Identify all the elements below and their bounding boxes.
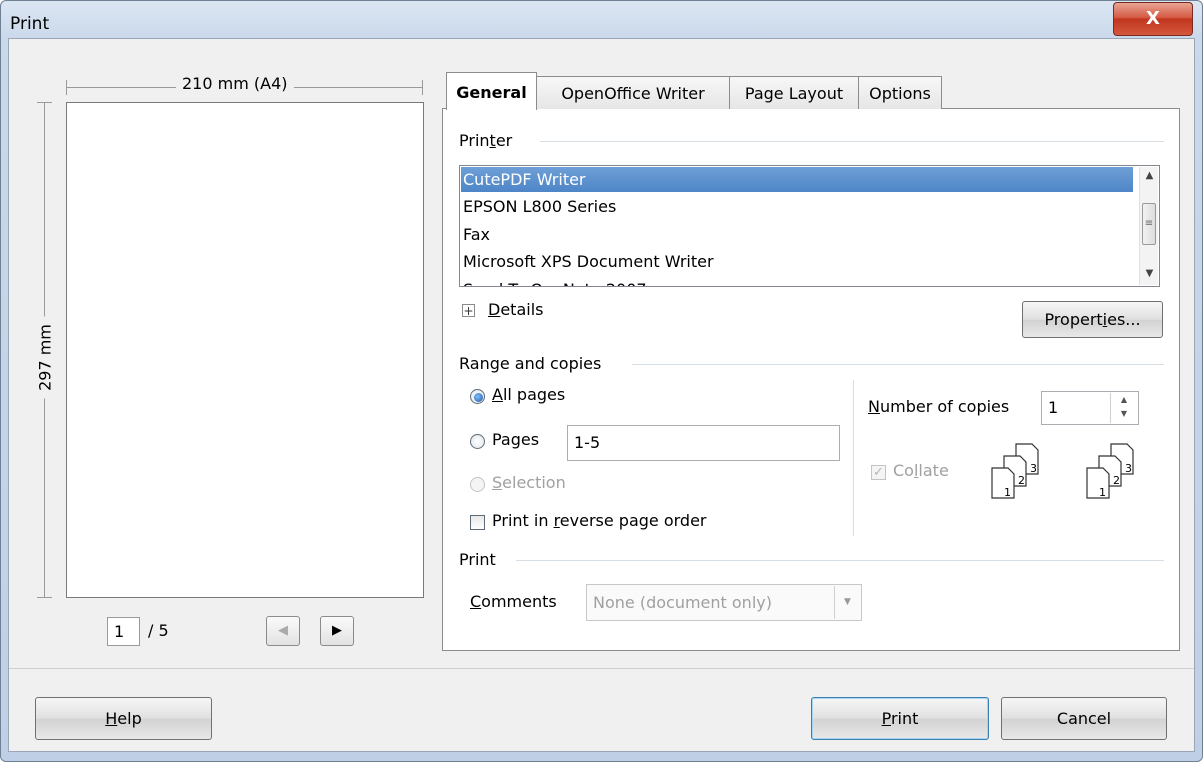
expand-plus-icon[interactable]: + (462, 304, 475, 317)
collate-label[interactable]: Collate (893, 461, 949, 480)
svg-text:2: 2 (1018, 474, 1025, 487)
next-page-button[interactable]: ▶ (320, 616, 354, 646)
ruler-tick (37, 597, 52, 598)
svg-text:3: 3 (1125, 462, 1132, 475)
page-total-label: / 5 (148, 621, 169, 640)
svg-text:3: 3 (1030, 462, 1037, 475)
scroll-up-icon[interactable]: ▲ (1140, 167, 1159, 185)
help-button[interactable]: Help (35, 697, 212, 740)
pages-radio[interactable] (470, 434, 485, 449)
close-button[interactable]: X (1113, 2, 1193, 36)
all-pages-label[interactable]: All pages (492, 385, 565, 404)
printer-section-title: Printer (459, 131, 519, 150)
range-separator (632, 364, 1164, 365)
window-title: Print (10, 14, 50, 34)
collate-checkbox[interactable]: ✓ (871, 465, 886, 480)
left-triangle-icon: ◀ (278, 623, 288, 638)
printer-item-cutepdf[interactable]: CutePDF Writer (461, 167, 1133, 192)
copies-label: Number of copies (868, 397, 1010, 416)
printer-separator (540, 141, 1164, 142)
comments-label: Comments (470, 592, 557, 611)
selection-label[interactable]: Selection (492, 473, 566, 492)
cancel-button[interactable]: Cancel (1001, 697, 1167, 740)
page-number-input[interactable]: 1 (107, 617, 140, 646)
footer-separator (9, 668, 1194, 669)
all-pages-radio[interactable] (470, 389, 485, 404)
tab-general[interactable]: General (446, 72, 537, 110)
printer-item-xps[interactable]: Microsoft XPS Document Writer (461, 249, 1133, 274)
selection-radio[interactable] (470, 477, 485, 492)
collate-pages-icon: 321 (991, 443, 1039, 499)
printer-list[interactable]: CutePDF Writer EPSON L800 Series Fax Mic… (459, 165, 1160, 287)
properties-button[interactable]: Properties... (1022, 301, 1163, 338)
range-divider (853, 380, 854, 536)
printer-item-fax[interactable]: Fax (461, 222, 1133, 247)
reverse-order-checkbox[interactable] (470, 515, 485, 530)
spin-down-icon[interactable]: ▼ (1111, 407, 1137, 421)
details-toggle[interactable]: Details (488, 300, 543, 319)
printer-item-epson[interactable]: EPSON L800 Series (461, 194, 1133, 219)
right-triangle-icon: ▶ (332, 623, 342, 638)
spin-up-icon[interactable]: ▲ (1111, 393, 1137, 407)
comments-dropdown[interactable]: None (document only) (586, 584, 862, 621)
svg-text:1: 1 (1099, 486, 1106, 499)
pages-range-input[interactable]: 1-5 (567, 425, 840, 461)
tab-options[interactable]: Options (858, 76, 942, 109)
chevron-down-icon[interactable]: ▼ (834, 586, 860, 619)
copies-spinner[interactable]: ▲ ▼ (1110, 393, 1137, 423)
reverse-order-label[interactable]: Print in reverse page order (492, 511, 707, 530)
print-section-title: Print (459, 550, 502, 569)
range-section-title: Range and copies (459, 354, 608, 373)
pages-label[interactable]: Pages (492, 430, 539, 449)
scroll-down-icon[interactable]: ▼ (1140, 265, 1159, 283)
previous-page-button[interactable]: ◀ (266, 616, 300, 646)
ruler-tick (422, 80, 423, 95)
tab-page-layout[interactable]: Page Layout (729, 76, 859, 109)
scroll-thumb[interactable]: ≡ (1142, 203, 1156, 245)
ruler-tick (66, 80, 67, 95)
page-height-label: 297 mm (35, 316, 55, 399)
print-separator (516, 560, 1164, 561)
printer-item-onenote[interactable]: Send To OneNote 2007 (461, 277, 1133, 286)
page-preview (66, 102, 424, 598)
collate-pages-icon: 321 (1086, 443, 1134, 499)
svg-text:2: 2 (1113, 474, 1120, 487)
page-width-label: 210 mm (A4) (176, 74, 294, 93)
ruler-tick (37, 102, 52, 103)
tab-openoffice-writer[interactable]: OpenOffice Writer (536, 76, 730, 109)
print-button[interactable]: Print (811, 697, 989, 740)
svg-text:1: 1 (1004, 486, 1011, 499)
printer-list-scrollbar[interactable]: ▲ ≡ ▼ (1139, 167, 1158, 285)
